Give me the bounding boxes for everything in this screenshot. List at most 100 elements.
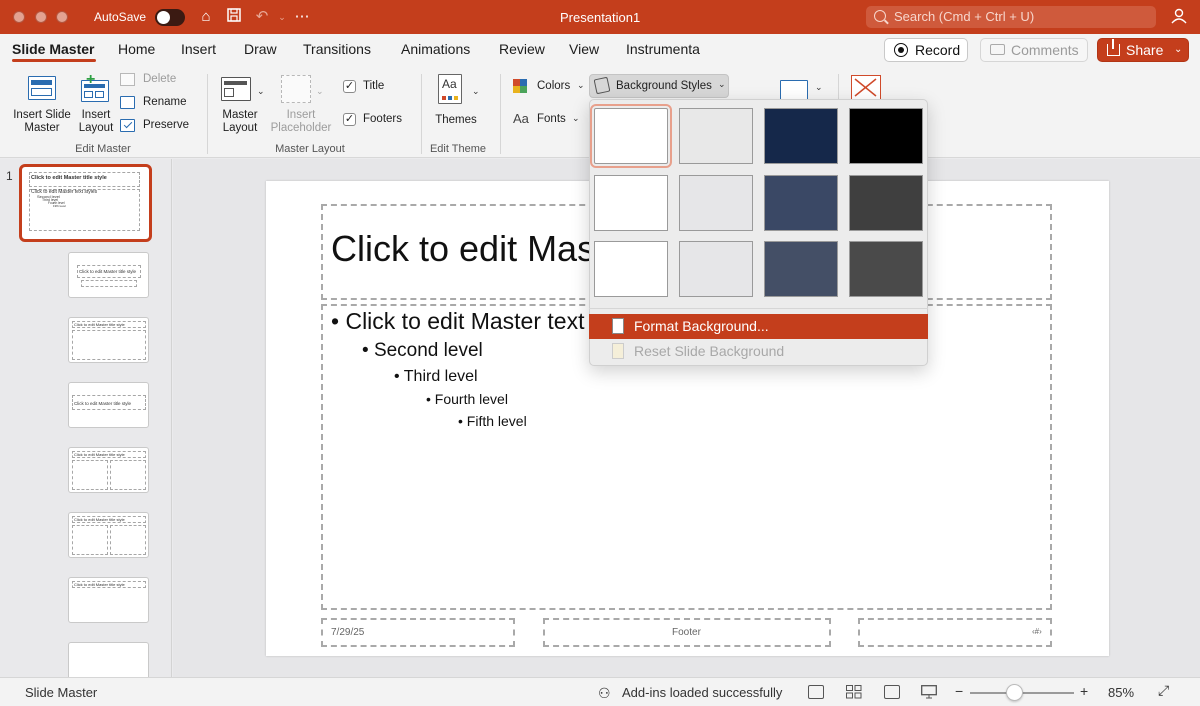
insert-placeholder-icon xyxy=(281,75,311,103)
insert-layout-button[interactable]: + Insert Layout xyxy=(76,71,116,136)
autosave-toggle[interactable] xyxy=(155,9,185,26)
addins-icon: ⚇ xyxy=(598,685,611,701)
tab-transitions[interactable]: Transitions xyxy=(303,41,371,57)
tab-view[interactable]: View xyxy=(569,41,599,57)
colors-icon xyxy=(513,79,527,93)
tab-slide-master[interactable]: Slide Master xyxy=(12,41,94,57)
thumbnail-layout-two-content[interactable]: Click to edit Master title style xyxy=(68,447,149,493)
comments-button[interactable]: Comments xyxy=(980,38,1088,62)
fonts-icon: Aa xyxy=(513,111,529,126)
thumbnail-title: Click to edit Master title style xyxy=(79,269,137,274)
title-checkbox-label: Title xyxy=(363,80,385,92)
share-button[interactable]: Share ⌄ xyxy=(1097,38,1189,62)
undo-dropdown-chevron-icon[interactable]: ⌄ xyxy=(272,7,292,27)
background-style-swatch[interactable] xyxy=(849,175,923,231)
slide-number: 1 xyxy=(6,169,13,183)
slide-size-icon xyxy=(780,80,808,100)
close-window-button[interactable] xyxy=(13,11,25,23)
background-style-swatch[interactable] xyxy=(849,241,923,297)
zoom-slider-handle[interactable] xyxy=(1006,684,1023,701)
thumbnail-title: Click to edit Master title style xyxy=(74,322,125,327)
thumbnail-layout-blank[interactable] xyxy=(68,642,149,677)
collaborate-icon[interactable] xyxy=(1168,7,1188,27)
thumbnail-layout-title[interactable]: Click to edit Master title style xyxy=(68,252,149,298)
thumbnail-layout-title-only[interactable]: Click to edit Master title style xyxy=(68,577,149,623)
tab-draw[interactable]: Draw xyxy=(244,41,277,57)
ribbon-separator xyxy=(207,74,208,154)
fonts-label: Fonts xyxy=(537,113,566,125)
tab-instrumenta[interactable]: Instrumenta xyxy=(626,41,700,57)
preserve-button[interactable]: Preserve xyxy=(120,118,200,134)
record-icon xyxy=(894,43,908,57)
close-master-view-button[interactable] xyxy=(851,75,881,101)
notes-view-icon[interactable] xyxy=(808,685,824,699)
save-icon[interactable] xyxy=(224,7,244,27)
footers-checkbox-label: Footers xyxy=(363,113,402,125)
record-label: Record xyxy=(915,42,961,58)
fonts-button[interactable]: Aa Fonts ⌄ xyxy=(513,110,587,128)
master-layout-button[interactable]: ⌄ Master Layout xyxy=(216,72,268,136)
background-style-swatch[interactable] xyxy=(764,108,838,164)
footer-text: Footer xyxy=(672,627,701,638)
zoom-out-button[interactable]: − xyxy=(955,683,963,699)
minimize-window-button[interactable] xyxy=(35,11,47,23)
tab-review[interactable]: Review xyxy=(499,41,545,57)
background-style-swatch[interactable] xyxy=(679,175,753,231)
slideshow-icon[interactable] xyxy=(921,685,937,699)
tab-home[interactable]: Home xyxy=(118,41,155,57)
fit-to-window-icon[interactable]: ⤢ xyxy=(1158,682,1169,699)
background-styles-button[interactable]: Background Styles ⌄ xyxy=(589,74,729,98)
tab-insert[interactable]: Insert xyxy=(181,41,216,57)
background-style-swatch[interactable] xyxy=(849,108,923,164)
zoom-in-button[interactable]: + xyxy=(1080,683,1088,699)
edit-theme-group-label: Edit Theme xyxy=(429,143,487,155)
delete-button[interactable]: Delete xyxy=(120,72,200,88)
themes-button[interactable]: Aa ⌄ Themes xyxy=(430,72,486,136)
background-style-swatch[interactable] xyxy=(764,175,838,231)
reading-view-icon[interactable] xyxy=(884,685,900,699)
background-style-swatch[interactable] xyxy=(679,108,753,164)
insert-slide-master-button[interactable]: Insert Slide Master xyxy=(8,72,76,136)
themes-chevron-icon: ⌄ xyxy=(472,86,480,96)
search-input[interactable]: Search (Cmd + Ctrl + U) xyxy=(866,6,1156,28)
share-chevron-icon: ⌄ xyxy=(1174,44,1183,55)
master-layout-group-label: Master Layout xyxy=(275,143,345,155)
insert-placeholder-button[interactable]: ⌄ Insert Placeholder xyxy=(268,72,334,136)
background-style-swatch[interactable] xyxy=(679,241,753,297)
format-background-menu-item[interactable]: Format Background... xyxy=(589,314,928,339)
close-icon xyxy=(854,78,877,97)
thumbnail-layout-comparison[interactable]: Click to edit Master title style xyxy=(68,512,149,558)
body-level-4: • Fourth level xyxy=(426,391,508,407)
slide-number-placeholder[interactable] xyxy=(858,618,1052,647)
background-style-swatch[interactable] xyxy=(594,241,668,297)
rename-button[interactable]: Rename xyxy=(120,95,200,111)
themes-icon: Aa xyxy=(438,74,462,104)
thumbnail-slide-master[interactable]: Click to edit Master title style Click t… xyxy=(19,164,152,242)
master-layout-chevron-icon: ⌄ xyxy=(257,86,265,96)
search-placeholder: Search (Cmd + Ctrl + U) xyxy=(894,9,1035,24)
format-background-label: Format Background... xyxy=(634,318,769,334)
title-checkbox[interactable]: ✓ xyxy=(343,80,356,93)
tab-animations[interactable]: Animations xyxy=(401,41,470,57)
zoom-window-button[interactable] xyxy=(56,11,68,23)
master-layout-icon xyxy=(221,77,251,101)
reset-slide-background-menu-item[interactable]: Reset Slide Background xyxy=(589,339,928,364)
delete-label: Delete xyxy=(143,73,177,85)
background-style-swatch[interactable] xyxy=(764,241,838,297)
home-icon[interactable]: ⌂ xyxy=(196,7,216,27)
thumbnail-layout-section[interactable]: Click to edit Master title style xyxy=(68,382,149,428)
more-options-icon[interactable]: ⋯ xyxy=(292,7,312,27)
active-tab-indicator xyxy=(12,59,96,62)
undo-icon[interactable]: ↶ xyxy=(252,7,272,27)
master-layout-label: Master Layout xyxy=(222,109,258,134)
colors-button[interactable]: Colors ⌄ xyxy=(513,77,587,95)
footers-checkbox[interactable]: ✓ xyxy=(343,113,356,126)
slide-number-text: ‹#› xyxy=(1032,627,1042,636)
addins-status: Add-ins loaded successfully xyxy=(622,685,783,700)
background-style-swatch[interactable] xyxy=(594,175,668,231)
background-style-swatch[interactable] xyxy=(590,104,672,168)
zoom-level[interactable]: 85% xyxy=(1108,685,1134,700)
record-button[interactable]: Record xyxy=(884,38,968,62)
slide-sorter-icon[interactable] xyxy=(846,685,862,699)
thumbnail-layout-content[interactable]: Click to edit Master title style xyxy=(68,317,149,363)
